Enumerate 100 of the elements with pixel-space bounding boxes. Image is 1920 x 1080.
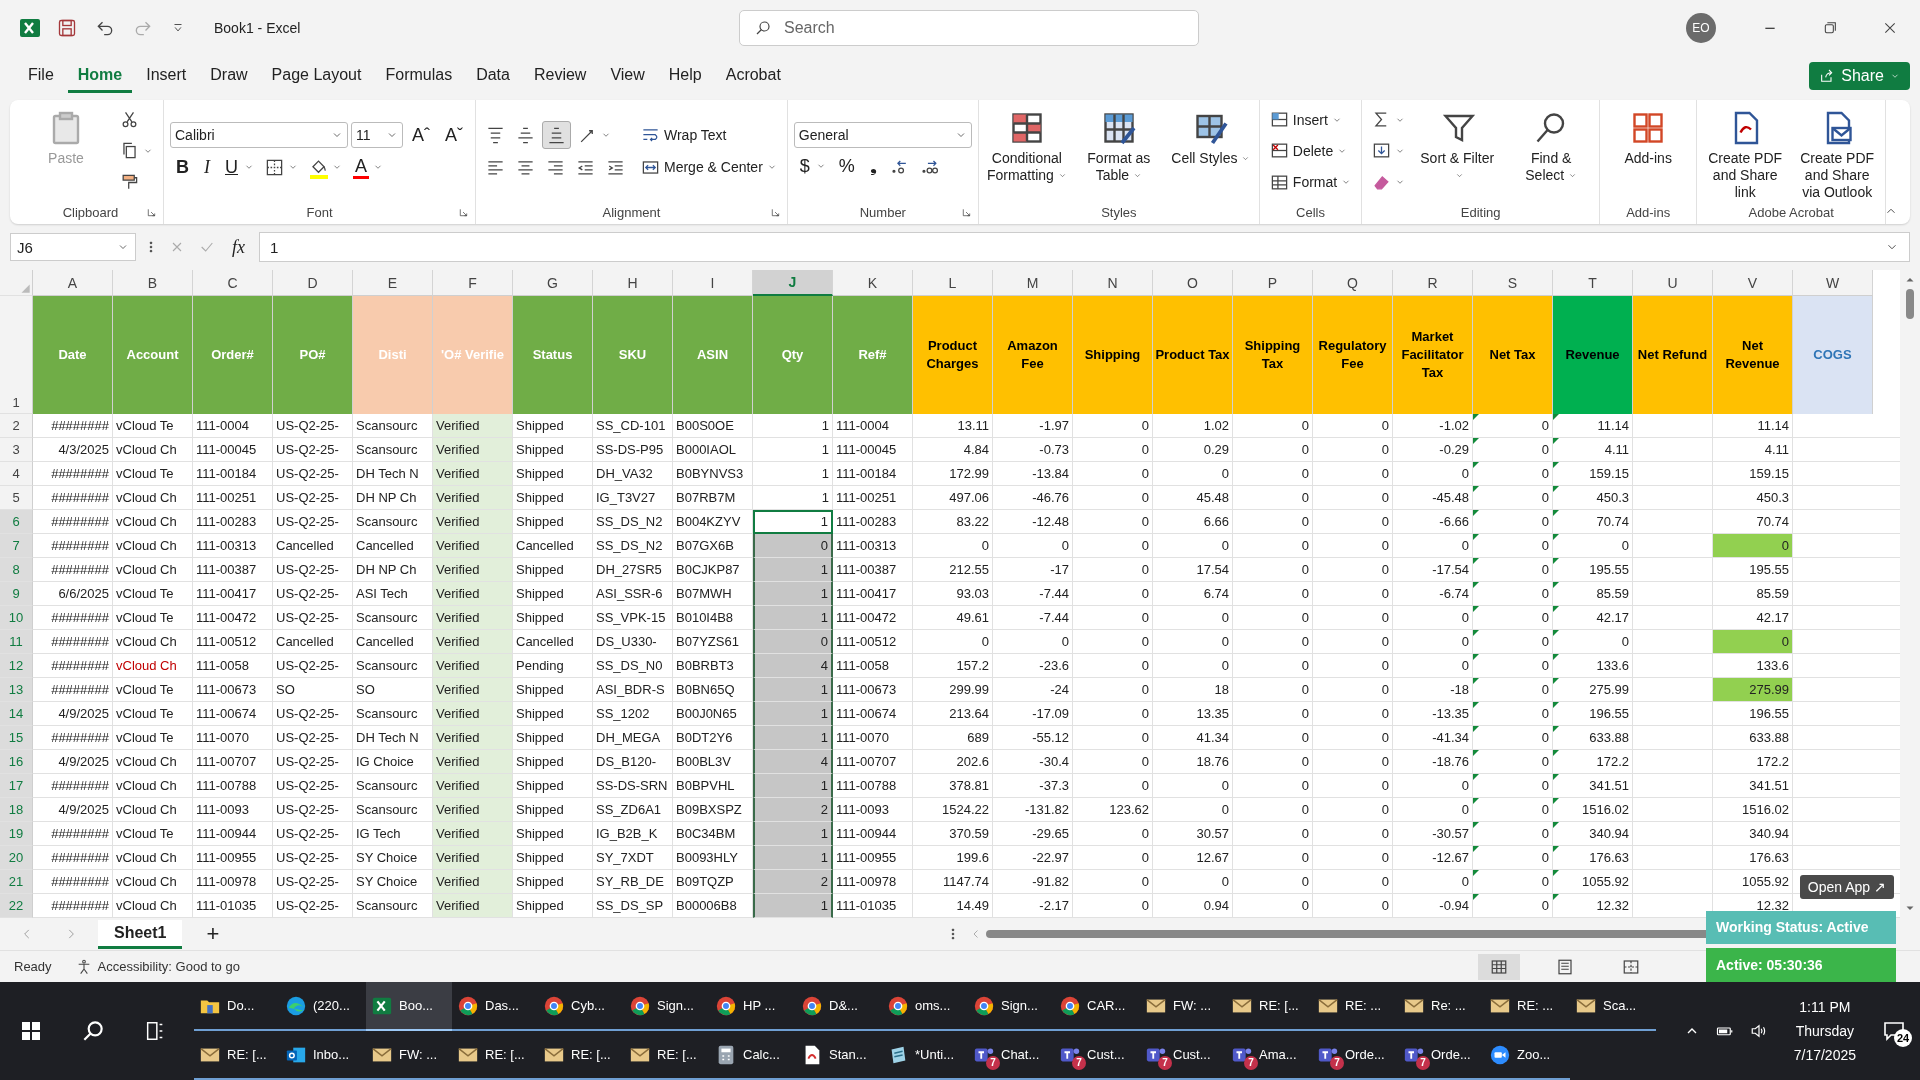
taskbar-item[interactable]: 7 Cust... xyxy=(1054,1031,1140,1080)
taskbar-item[interactable]: Zoo... xyxy=(1484,1031,1570,1080)
menu-tab[interactable]: Insert xyxy=(136,59,197,93)
row-number[interactable]: 22 xyxy=(0,894,33,918)
row-number[interactable]: 1 xyxy=(0,296,33,414)
open-app-button[interactable]: Open App ↗ xyxy=(1799,874,1894,899)
document-mail-button[interactable]: Create PDF and Share via Outlook xyxy=(1795,106,1880,196)
row-number[interactable]: 12 xyxy=(0,654,33,678)
dialog-launcher-button[interactable] xyxy=(458,206,469,218)
align-bottom-button[interactable] xyxy=(542,121,571,149)
grid-view-button[interactable] xyxy=(1478,953,1520,980)
row-number[interactable]: 17 xyxy=(0,774,33,798)
column-letter[interactable]: H xyxy=(593,270,673,296)
taskbar-item[interactable]: 7 Orde... xyxy=(1398,1031,1484,1080)
row-number[interactable]: 18 xyxy=(0,798,33,822)
share-button[interactable]: Share xyxy=(1809,62,1910,90)
taskbar-item[interactable]: RE: ... xyxy=(1312,982,1398,1031)
column-letter[interactable]: S xyxy=(1473,270,1553,296)
menu-tab[interactable]: File xyxy=(18,59,64,93)
merge-button[interactable]: Merge & Center xyxy=(637,153,781,181)
column-letter[interactable]: P xyxy=(1233,270,1313,296)
taskbar-item[interactable]: Das... xyxy=(452,982,538,1031)
row-number[interactable]: 14 xyxy=(0,702,33,726)
column-letter[interactable]: A xyxy=(33,270,113,296)
taskbar-item[interactable]: RE: [... xyxy=(538,1031,624,1080)
taskbar-item[interactable]: RE: [... xyxy=(624,1031,710,1080)
format-cells-button[interactable]: Format xyxy=(1265,168,1356,196)
percent-button[interactable]: % xyxy=(832,152,861,180)
column-letter[interactable]: L xyxy=(913,270,993,296)
italic-button[interactable]: I xyxy=(198,153,216,181)
dropdown-field[interactable]: General xyxy=(793,122,972,148)
menu-tab[interactable]: Home xyxy=(67,59,133,93)
taskbar-item[interactable]: Sca... xyxy=(1570,982,1656,1031)
taskbar-item[interactable]: 7 Chat... xyxy=(968,1031,1054,1080)
menu-tab[interactable]: Page Layout xyxy=(261,59,372,93)
comma-button[interactable]: ❟ xyxy=(863,152,883,180)
taskbar-item[interactable]: RE: [... xyxy=(452,1031,538,1080)
column-letter[interactable]: B xyxy=(113,270,193,296)
column-letter[interactable]: T xyxy=(1553,270,1633,296)
column-letter[interactable]: R xyxy=(1393,270,1473,296)
row-number[interactable]: 7 xyxy=(0,534,33,558)
taskbar-item[interactable]: 7 Cust... xyxy=(1140,1031,1226,1080)
insert-function-button[interactable]: fx xyxy=(226,236,251,258)
taskbar-item[interactable]: FW: ... xyxy=(1140,982,1226,1031)
row-number[interactable]: 9 xyxy=(0,582,33,606)
scrollbar-thumb[interactable] xyxy=(1906,289,1914,319)
row-number[interactable]: 8 xyxy=(0,558,33,582)
column-letter[interactable]: E xyxy=(353,270,433,296)
column-letter[interactable]: O xyxy=(1153,270,1233,296)
taskbar-item[interactable]: Sign... xyxy=(624,982,710,1031)
taskbar-item[interactable]: Do... xyxy=(194,982,280,1031)
row-number[interactable]: 10 xyxy=(0,606,33,630)
taskbar-item[interactable]: HP ... xyxy=(710,982,796,1031)
taskbar-item[interactable]: Boo... xyxy=(366,982,452,1031)
font-color-button[interactable]: A xyxy=(349,153,387,181)
taskbar-item[interactable]: Inbo... xyxy=(280,1031,366,1080)
taskbar-item[interactable]: 7 Ama... xyxy=(1226,1031,1312,1080)
row-number[interactable]: 5 xyxy=(0,486,33,510)
menu-tab[interactable]: View xyxy=(600,59,655,93)
taskbar-item[interactable]: D&... xyxy=(796,982,882,1031)
taskbar-item[interactable]: oms... xyxy=(882,982,968,1031)
column-letter[interactable]: K xyxy=(833,270,913,296)
add-sheet-button[interactable]: + xyxy=(192,921,234,947)
column-letter[interactable]: M xyxy=(993,270,1073,296)
menu-tab[interactable]: Data xyxy=(466,59,520,93)
dialog-launcher-button[interactable] xyxy=(146,206,157,218)
bold-button[interactable]: B xyxy=(170,153,195,181)
row-number[interactable]: 15 xyxy=(0,726,33,750)
row-number[interactable]: 3 xyxy=(0,438,33,462)
dialog-launcher-button[interactable] xyxy=(769,206,781,218)
notification-button[interactable]: 24 xyxy=(1878,1015,1910,1047)
currency-button[interactable]: $ xyxy=(793,152,830,180)
column-letter[interactable]: D xyxy=(273,270,353,296)
tiles-button[interactable]: Add-ins xyxy=(1606,106,1691,196)
formula-field[interactable]: 1 xyxy=(259,232,1910,262)
name-box[interactable]: J6 xyxy=(10,233,136,261)
user-avatar[interactable]: EO xyxy=(1686,13,1716,43)
cell-styles-button[interactable]: Cell Styles xyxy=(1168,106,1253,196)
dropdown-field[interactable]: Calibri xyxy=(170,122,348,148)
column-letter[interactable]: Q xyxy=(1313,270,1393,296)
row-number[interactable]: 2 xyxy=(0,414,33,438)
menu-tab[interactable]: Help xyxy=(658,59,712,93)
row-number[interactable]: 19 xyxy=(0,822,33,846)
dialog-launcher-button[interactable] xyxy=(960,206,972,218)
row-number[interactable]: 16 xyxy=(0,750,33,774)
taskbar-item[interactable]: *Unti... xyxy=(882,1031,968,1080)
shrink-font-button[interactable]: Aˇ xyxy=(439,121,469,149)
row-number[interactable]: 4 xyxy=(0,462,33,486)
taskbar-item[interactable]: Cyb... xyxy=(538,982,624,1031)
row-number[interactable]: 6 xyxy=(0,510,33,534)
taskbar-item[interactable]: Sign... xyxy=(968,982,1054,1031)
underline-button[interactable]: U xyxy=(219,153,258,181)
taskbar-item[interactable]: FW: ... xyxy=(366,1031,452,1080)
column-letter[interactable]: F xyxy=(433,270,513,296)
delete-rows-button[interactable]: Delete xyxy=(1265,137,1356,165)
taskbar-item[interactable]: Calc... xyxy=(710,1031,796,1080)
taskbar-item[interactable]: Stan... xyxy=(796,1031,882,1080)
insert-rows-button[interactable]: Insert xyxy=(1265,106,1356,134)
taskbar-item[interactable]: RE: ... xyxy=(1484,982,1570,1031)
column-letter[interactable]: V xyxy=(1713,270,1793,296)
